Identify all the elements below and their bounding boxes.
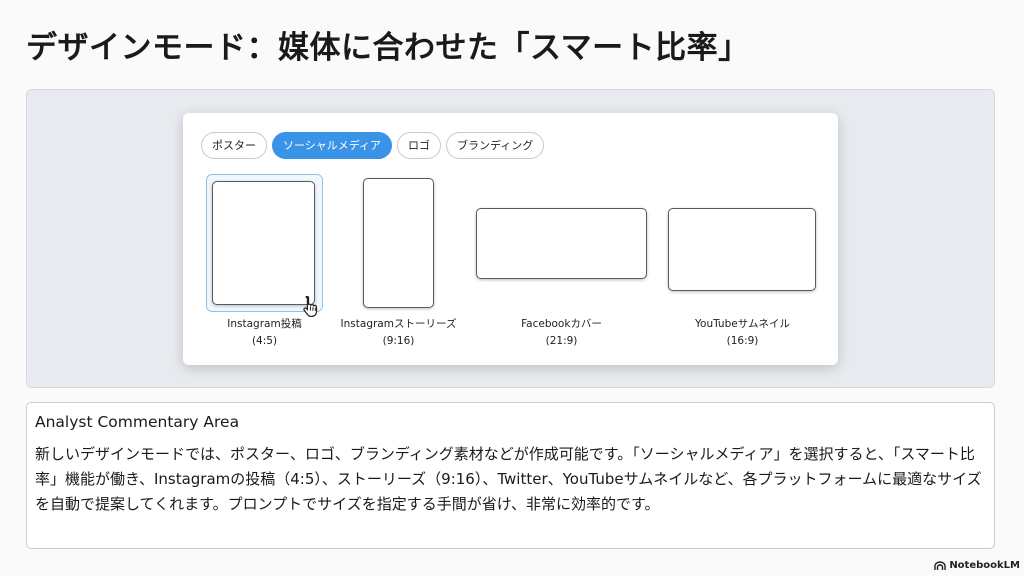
option-ratio: (16:9) xyxy=(726,335,759,347)
tab-social-media[interactable]: ソーシャルメディア xyxy=(272,132,393,159)
notebooklm-branding: NotebookLM xyxy=(934,560,1020,571)
hand-cursor-icon xyxy=(303,295,318,317)
option-label: Instagramストーリーズ (9:16) xyxy=(333,316,464,350)
option-ratio: (21:9) xyxy=(545,335,578,347)
notebooklm-logo-icon xyxy=(934,560,947,570)
option-label: YouTubeサムネイル (16:9) xyxy=(672,316,813,350)
design-mode-card: ポスター ソーシャルメディア ロゴ ブランディング Instagram投稿 (4… xyxy=(183,113,838,365)
option-ratio: (4:5) xyxy=(251,335,278,347)
analyst-commentary-box: Analyst Commentary Area 新しいデザインモードでは、ポスタ… xyxy=(26,402,995,549)
ratio-preview-4-5[interactable] xyxy=(212,181,315,305)
tab-logo[interactable]: ロゴ xyxy=(397,132,442,159)
slide-title: デザインモード：媒体に合わせた「スマート比率」 xyxy=(26,30,750,66)
option-name: Instagramストーリーズ xyxy=(340,318,457,330)
option-label: Facebookカバー (21:9) xyxy=(491,316,632,350)
ratio-preview-21-9[interactable] xyxy=(476,208,647,279)
design-mode-stage: ポスター ソーシャルメディア ロゴ ブランディング Instagram投稿 (4… xyxy=(26,89,995,388)
option-name: Instagram投稿 xyxy=(227,318,302,330)
option-label: Instagram投稿 (4:5) xyxy=(204,316,325,350)
commentary-body: 新しいデザインモードでは、ポスター、ロゴ、ブランディング素材などが作成可能です。… xyxy=(35,445,982,513)
option-name: YouTubeサムネイル xyxy=(695,318,790,330)
tab-branding[interactable]: ブランディング xyxy=(446,132,545,159)
commentary-heading: Analyst Commentary Area xyxy=(35,413,240,431)
ratio-preview-16-9[interactable] xyxy=(668,208,816,291)
option-ratio: (9:16) xyxy=(382,335,415,347)
category-tabs: ポスター ソーシャルメディア ロゴ ブランディング xyxy=(201,132,545,159)
ratio-preview-9-16[interactable] xyxy=(363,178,434,308)
option-name: Facebookカバー xyxy=(521,318,602,330)
brand-text: NotebookLM xyxy=(949,560,1020,571)
tab-poster[interactable]: ポスター xyxy=(201,132,267,159)
